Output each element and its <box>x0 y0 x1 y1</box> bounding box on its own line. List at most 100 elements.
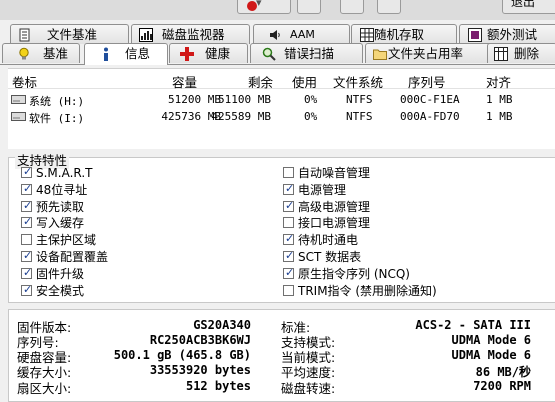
tab-folder-usage[interactable]: 文件夹占用率 <box>365 43 505 63</box>
feature-checkbox[interactable]: ✓ <box>21 282 33 296</box>
volume-serial: 000A-FD70 <box>400 110 460 123</box>
feature-checkbox[interactable]: ✓ <box>283 198 295 212</box>
speaker-icon <box>270 30 280 40</box>
toolbar-button[interactable] <box>377 0 401 14</box>
volume-free: 51100 MB <box>218 93 271 106</box>
checkmark-icon: ✓ <box>285 198 295 212</box>
volume-filesystem: NTFS <box>346 110 373 123</box>
checkmark-icon: ✓ <box>23 215 33 229</box>
tab-disk-monitor[interactable]: 磁盘监视器 <box>131 24 250 44</box>
column-header-used[interactable]: 使用 <box>292 72 317 91</box>
checkmark-icon: ✓ <box>285 232 295 246</box>
drive-icon <box>11 95 26 104</box>
tab-label: 信息 <box>125 46 151 61</box>
tab-aam[interactable]: AAM <box>253 24 350 44</box>
tab-health[interactable]: 健康 <box>169 43 248 63</box>
volume-list[interactable]: 卷标 容量 剩余 使用 文件系统 序列号 对齐 系统 (H:) 51200 MB… <box>8 68 555 149</box>
tab-info[interactable]: 信息 <box>84 43 168 65</box>
refresh-button[interactable] <box>297 0 321 14</box>
feature-checkbox[interactable]: ✓ <box>21 249 32 262</box>
feature-label: 预先读取 <box>36 199 85 214</box>
volume-serial: 000C-F1EA <box>400 93 460 106</box>
tab-label: 错误扫描 <box>284 46 335 61</box>
column-header-alignment[interactable]: 对齐 <box>486 72 511 91</box>
feature-label: 固件升级 <box>36 266 85 281</box>
current-mode-value: UDMA Mode 6 <box>451 348 531 362</box>
tab-delete[interactable]: 删除 <box>487 43 555 63</box>
checkmark-icon: ✓ <box>23 181 33 195</box>
toolbar-button[interactable] <box>340 0 364 14</box>
exit-button[interactable]: 退出 <box>502 0 555 14</box>
feature-checkbox[interactable]: ✓ <box>21 198 33 212</box>
tab-label: 健康 <box>205 46 231 61</box>
volume-alignment: 1 MB <box>486 110 513 123</box>
tab-file-benchmark[interactable]: 文件基准 <box>10 24 129 44</box>
feature-checkbox[interactable] <box>21 234 32 246</box>
volume-free: 425589 MB <box>211 110 271 123</box>
column-header-serial[interactable]: 序列号 <box>408 72 446 91</box>
column-header-label[interactable]: 卷标 <box>12 72 37 91</box>
grid-icon <box>360 28 374 42</box>
feature-checkbox[interactable]: ✓ <box>283 265 295 279</box>
column-header-filesystem[interactable]: 文件系统 <box>333 72 383 91</box>
dropdown-arrow-icon: ▾ <box>256 0 262 9</box>
column-header-capacity[interactable]: 容量 <box>172 72 197 91</box>
tab-random-access[interactable]: 随机存取 <box>351 24 457 44</box>
checkmark-icon: ✓ <box>285 265 295 279</box>
feature-checkbox[interactable]: ✓ <box>21 165 33 178</box>
tab-error-scan[interactable]: 错误扫描 <box>250 43 363 63</box>
health-cross-icon <box>180 47 194 61</box>
sector-size-value: 512 bytes <box>185 379 251 393</box>
checkmark-icon: ✓ <box>23 165 33 178</box>
tab-label: AAM <box>290 28 315 41</box>
record-button[interactable]: ▾ <box>237 0 291 14</box>
delete-icon <box>494 47 508 61</box>
top-toolbar: ▾ 退出 <box>0 0 555 20</box>
tab-extra-tests[interactable]: 额外测试 <box>459 24 555 44</box>
feature-label: TRIM指令 (禁用删除通知) <box>298 283 437 298</box>
feature-label: 设备配置覆盖 <box>36 250 109 264</box>
feature-checkbox[interactable]: ✓ <box>21 266 32 279</box>
checkmark-icon: ✓ <box>23 282 33 296</box>
column-header-free[interactable]: 剩余 <box>248 72 273 91</box>
tab-benchmark[interactable]: 基准 <box>2 43 80 63</box>
supported-features-group: 支持特性 ✓ S.M.A.R.T ✓ 48位寻址 ✓ 预先读取 ✓ 写入缓存 主保护区域 ✓ 设备配… <box>8 150 555 303</box>
feature-checkbox[interactable]: ✓ <box>21 215 33 229</box>
monitor-graph-icon <box>139 28 153 42</box>
table-row[interactable]: 系统 (H:) 51200 MB 51100 MB 0% NTFS 000C-F… <box>8 92 555 108</box>
average-speed-value: 86 MB/秒 <box>475 365 531 379</box>
feature-label: 48位寻址 <box>36 182 88 197</box>
checkmark-icon: ✓ <box>23 198 33 212</box>
feature-checkbox[interactable]: ✓ <box>283 182 294 195</box>
feature-checkbox[interactable]: ✓ <box>21 181 33 195</box>
feature-checkbox[interactable]: ✓ <box>283 232 295 246</box>
feature-label: 安全模式 <box>36 283 85 298</box>
supported-mode-value: UDMA Mode 6 <box>451 333 531 347</box>
checkmark-icon: ✓ <box>285 249 295 262</box>
sector-size-label: 扇区大小: <box>17 381 72 396</box>
volume-used: 0% <box>304 110 318 123</box>
feature-label: 电源管理 <box>298 182 347 197</box>
tab-label: 磁盘监视器 <box>162 27 225 42</box>
table-row[interactable]: 软件 (I:) 425736 MB 425589 MB 0% NTFS 000A… <box>8 109 555 125</box>
standard-value: ACS-2 - SATA III <box>415 318 531 332</box>
feature-label: 自动噪音管理 <box>298 166 371 180</box>
info-icon <box>104 47 108 61</box>
rotation-speed-label: 磁盘转速: <box>281 381 336 396</box>
feature-checkbox[interactable] <box>283 284 294 296</box>
folder-icon <box>373 49 387 60</box>
feature-checkbox[interactable] <box>283 217 294 229</box>
feature-label: 写入缓存 <box>36 216 85 231</box>
tab-row-upper: 文件基准 磁盘监视器 AAM 随机存取 额外测试 <box>0 24 555 45</box>
feature-checkbox[interactable] <box>283 167 294 178</box>
tab-label: 随机存取 <box>374 27 425 42</box>
drive-details-group: 固件版本: GS20A340 序列号: RC250ACB3BK6WJ 硬盘容量:… <box>8 309 555 402</box>
feature-label: SCT 数据表 <box>298 250 362 264</box>
feature-label: 主保护区域 <box>36 233 97 248</box>
serial-value: RC250ACB3BK6WJ <box>149 333 251 347</box>
drive-icon <box>11 112 26 121</box>
firmware-value: GS20A340 <box>193 318 251 332</box>
feature-label: 待机时通电 <box>298 233 359 248</box>
volume-used: 0% <box>304 93 318 106</box>
feature-checkbox[interactable]: ✓ <box>283 249 295 262</box>
